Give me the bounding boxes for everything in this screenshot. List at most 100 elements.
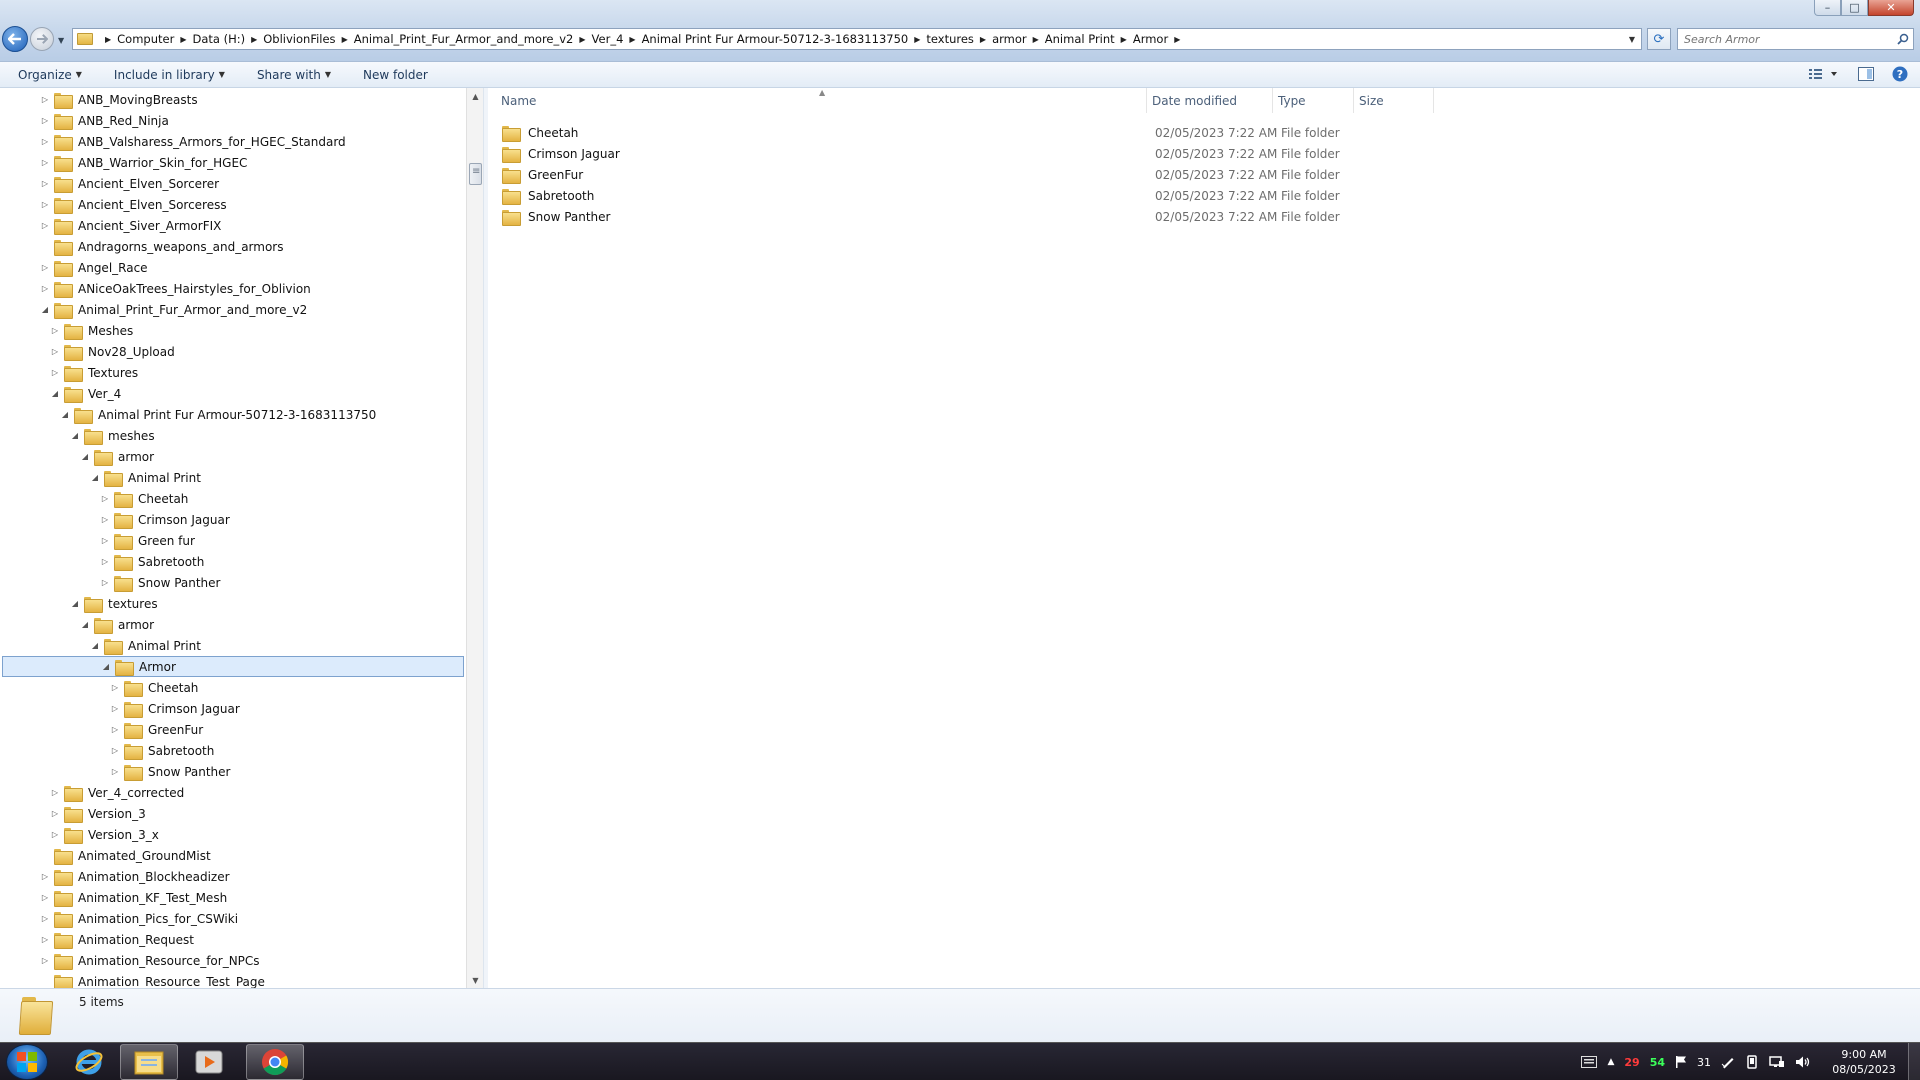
tree-item[interactable]: ▷ Ancient_Elven_Sorcerer	[0, 173, 464, 194]
tree-item[interactable]: ◢ Animal Print	[0, 635, 464, 656]
tree-item[interactable]: ▷ Animation_Request	[0, 929, 464, 950]
tree-item[interactable]: ▷ Cheetah	[0, 677, 464, 698]
collapse-arrow-icon[interactable]: ◢	[90, 641, 100, 651]
navigation-scrollbar[interactable]: ▲ ▼	[466, 88, 483, 988]
tree-item[interactable]: ▷ Version_3	[0, 803, 464, 824]
breadcrumb-separator-icon[interactable]: ▶	[1121, 35, 1127, 44]
collapse-arrow-icon[interactable]: ◢	[101, 662, 111, 672]
breadcrumb-separator-icon[interactable]: ▶	[914, 35, 920, 44]
tree-item[interactable]: ◢ armor	[0, 446, 464, 467]
tree-item[interactable]: Animated_GroundMist	[0, 845, 464, 866]
expand-arrow-icon[interactable]: ▷	[40, 95, 50, 105]
expand-arrow-icon[interactable]: ▷	[40, 158, 50, 168]
taskbar-internet-explorer[interactable]	[60, 1044, 118, 1080]
breadcrumb-item[interactable]: Animal_Print_Fur_Armor_and_more_v2	[354, 32, 574, 46]
tray-red-indicator[interactable]: 29	[1624, 1056, 1639, 1069]
expand-arrow-icon[interactable]: ▷	[50, 326, 60, 336]
expand-arrow-icon[interactable]: ▷	[50, 368, 60, 378]
recent-pages-dropdown[interactable]: ▼	[58, 36, 64, 45]
tree-item[interactable]: ▷ Nov28_Upload	[0, 341, 464, 362]
address-dropdown-button[interactable]: ▼	[1623, 29, 1641, 49]
breadcrumb-separator-icon[interactable]: ▶	[1174, 35, 1180, 44]
include-in-library-button[interactable]: Include in library ▼	[96, 68, 239, 82]
keyboard-icon[interactable]	[1581, 1056, 1598, 1068]
tree-item[interactable]: ▷ ANB_MovingBreasts	[0, 89, 464, 110]
breadcrumb-item[interactable]: OblivionFiles	[263, 32, 335, 46]
tree-item[interactable]: ▷ Angel_Race	[0, 257, 464, 278]
file-row[interactable]: Crimson Jaguar 02/05/2023 7:22 AM File fol…	[502, 143, 1422, 164]
breadcrumb-separator-icon[interactable]: ▶	[579, 35, 585, 44]
tree-item[interactable]: ◢ Animal_Print_Fur_Armor_and_more_v2	[0, 299, 464, 320]
expand-arrow-icon[interactable]: ▷	[110, 725, 120, 735]
share-with-button[interactable]: Share with ▼	[239, 68, 345, 82]
collapse-arrow-icon[interactable]: ◢	[60, 410, 70, 420]
expand-arrow-icon[interactable]: ▷	[40, 872, 50, 882]
collapse-arrow-icon[interactable]: ◢	[80, 620, 90, 630]
tree-item[interactable]: ▷ Ancient_Siver_ArmorFIX	[0, 215, 464, 236]
collapse-arrow-icon[interactable]: ◢	[80, 452, 90, 462]
breadcrumb-item[interactable]: Data (H:)	[192, 32, 245, 46]
tree-item[interactable]: ▷ Meshes	[0, 320, 464, 341]
expand-arrow-icon[interactable]: ▷	[50, 830, 60, 840]
tree-item[interactable]: ▷ Version_3_x	[0, 824, 464, 845]
breadcrumb-item[interactable]: Computer	[117, 32, 174, 46]
breadcrumb-separator-icon[interactable]: ▶	[342, 35, 348, 44]
tree-item[interactable]: ▷ ANiceOakTrees_Hairstyles_for_Oblivion	[0, 278, 464, 299]
device-icon[interactable]	[1745, 1055, 1759, 1069]
search-icon[interactable]	[1893, 33, 1913, 45]
breadcrumb-separator-icon[interactable]: ▶	[105, 35, 111, 44]
back-button[interactable]	[2, 26, 28, 52]
breadcrumb-separator-icon[interactable]: ▶	[180, 35, 186, 44]
expand-arrow-icon[interactable]: ▷	[100, 557, 110, 567]
tree-item[interactable]: ▷ Sabretooth	[0, 551, 464, 572]
expand-arrow-icon[interactable]: ▷	[40, 137, 50, 147]
tree-item[interactable]: ▷ Animation_Blockheadizer	[0, 866, 464, 887]
breadcrumb-item[interactable]: textures	[926, 32, 974, 46]
file-row[interactable]: Cheetah 02/05/2023 7:22 AM File folder	[502, 122, 1422, 143]
tree-item[interactable]: ◢ Animal Print Fur Armour-50712-3-1683113…	[0, 404, 464, 425]
tree-item[interactable]: ▷ Cheetah	[0, 488, 464, 509]
tree-item[interactable]: ▷ Ver_4_corrected	[0, 782, 464, 803]
taskbar-chrome[interactable]	[246, 1044, 304, 1080]
tree-item[interactable]: ◢ textures	[0, 593, 464, 614]
expand-arrow-icon[interactable]: ▷	[100, 494, 110, 504]
breadcrumb-item[interactable]: Ver_4	[592, 32, 624, 46]
expand-arrow-icon[interactable]: ▷	[40, 179, 50, 189]
tree-item[interactable]: ◢ Animal Print	[0, 467, 464, 488]
tree-item[interactable]: ◢ meshes	[0, 425, 464, 446]
breadcrumb-item[interactable]: armor	[992, 32, 1027, 46]
expand-arrow-icon[interactable]: ▷	[40, 263, 50, 273]
tree-item[interactable]: ◢ armor	[0, 614, 464, 635]
refresh-button[interactable]: ⟳	[1647, 28, 1671, 50]
column-header-type[interactable]: Type	[1273, 88, 1354, 113]
breadcrumb-separator-icon[interactable]: ▶	[1033, 35, 1039, 44]
expand-arrow-icon[interactable]: ▷	[40, 893, 50, 903]
tree-item[interactable]: ▷ Crimson Jaguar	[0, 509, 464, 530]
tree-item[interactable]: ▷ ANB_Valsharess_Armors_for_HGEC_Standard	[0, 131, 464, 152]
expand-arrow-icon[interactable]: ▷	[40, 200, 50, 210]
column-header-size[interactable]: Size	[1354, 88, 1434, 113]
expand-arrow-icon[interactable]: ▷	[40, 221, 50, 231]
expand-arrow-icon[interactable]: ▷	[100, 578, 110, 588]
expand-arrow-icon[interactable]: ▷	[110, 683, 120, 693]
file-row[interactable]: Sabretooth 02/05/2023 7:22 AM File folder	[502, 185, 1422, 206]
scrollbar-thumb[interactable]	[469, 163, 482, 185]
breadcrumb-separator-icon[interactable]: ▶	[251, 35, 257, 44]
breadcrumb-item[interactable]: Animal Print Fur Armour-50712-3-16831137…	[642, 32, 909, 46]
scroll-up-arrow-icon[interactable]: ▲	[467, 88, 484, 104]
tree-item[interactable]: ▷ Textures	[0, 362, 464, 383]
tree-item[interactable]: ◢ Ver_4	[0, 383, 464, 404]
search-input[interactable]	[1684, 32, 1893, 46]
file-row[interactable]: Snow Panther 02/05/2023 7:22 AM File folde…	[502, 206, 1422, 227]
collapse-arrow-icon[interactable]: ◢	[90, 473, 100, 483]
forward-button[interactable]	[30, 27, 54, 51]
change-view-button[interactable]	[1806, 65, 1842, 83]
tree-item[interactable]: ▷ ANB_Red_Ninja	[0, 110, 464, 131]
expand-arrow-icon[interactable]: ▷	[100, 536, 110, 546]
tree-item[interactable]: ▷ ANB_Warrior_Skin_for_HGEC	[0, 152, 464, 173]
breadcrumb-item[interactable]: Animal Print	[1045, 32, 1115, 46]
pen-tablet-icon[interactable]	[1721, 1055, 1735, 1069]
maximize-button[interactable]: □	[1841, 0, 1868, 16]
show-desktop-button[interactable]	[1908, 1043, 1920, 1080]
tree-item[interactable]: ▷ GreenFur	[0, 719, 464, 740]
